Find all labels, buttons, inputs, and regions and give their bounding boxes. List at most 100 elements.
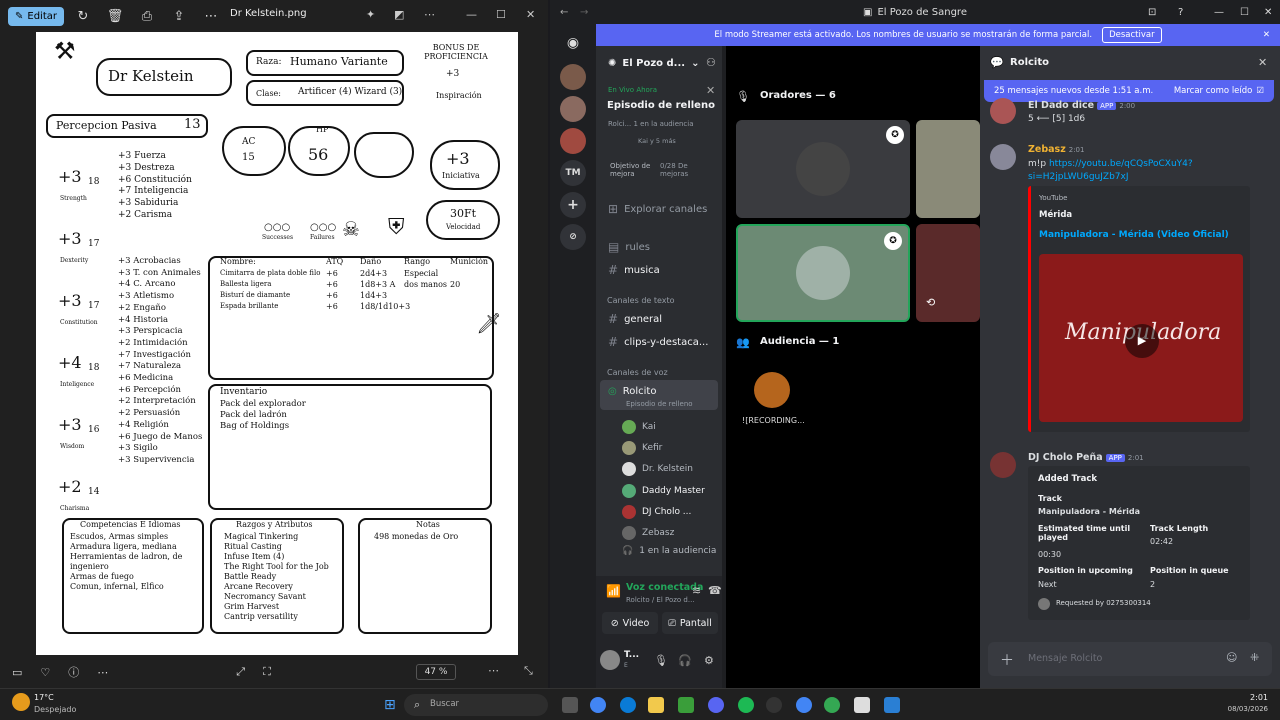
- weather-icon[interactable]: [12, 693, 30, 711]
- obs-icon[interactable]: [766, 697, 782, 713]
- chrome-profile-icon[interactable]: [796, 697, 812, 713]
- banner-close-icon[interactable]: ✕: [1263, 30, 1270, 40]
- voice-connected-sub[interactable]: Rolcito / El Pozo d...: [626, 596, 695, 604]
- photos-taskbar-icon[interactable]: [884, 697, 900, 713]
- discord-home-icon[interactable]: ◉: [560, 30, 586, 56]
- edge-icon[interactable]: [620, 697, 636, 713]
- bottom-more-icon[interactable]: ⋯: [97, 666, 108, 679]
- designer-icon[interactable]: ◩: [394, 8, 404, 21]
- zoom-more-icon[interactable]: ⋯: [488, 664, 499, 677]
- msg-avatar-zebasz[interactable]: [990, 144, 1016, 170]
- fullscreen-icon[interactable]: ⤡: [524, 664, 533, 678]
- new-messages-bar[interactable]: 25 mensajes nuevos desde 1:51 a.m. Marca…: [984, 80, 1274, 102]
- msg-avatar-dado[interactable]: [990, 98, 1016, 124]
- clock-time[interactable]: 2:01: [1240, 693, 1268, 702]
- clock-date[interactable]: 08/03/2026: [1220, 705, 1268, 713]
- text-category[interactable]: Canales de texto: [607, 296, 675, 305]
- play-icon[interactable]: ▶: [1125, 324, 1159, 358]
- spotify-icon[interactable]: [738, 697, 754, 713]
- close-icon[interactable]: ✕: [526, 8, 535, 21]
- explore-channels[interactable]: ⊞ Explorar canales: [596, 200, 722, 218]
- video-button[interactable]: ⊘ Video: [602, 612, 658, 634]
- weather-temp[interactable]: 17°C: [34, 693, 54, 702]
- channel-general[interactable]: # general: [596, 310, 722, 328]
- forward-icon[interactable]: →: [580, 7, 588, 18]
- settings-gear-icon[interactable]: ⚙: [704, 654, 714, 667]
- actual-size-icon[interactable]: ⛶: [263, 665, 271, 679]
- speaker-tile-3[interactable]: ✪: [736, 224, 910, 322]
- msg-username[interactable]: DJ Cholo Peña: [1028, 452, 1103, 463]
- event-close-icon[interactable]: ✕: [706, 84, 715, 97]
- filmstrip-icon[interactable]: ▭: [12, 666, 22, 679]
- voice-member[interactable]: Zebasz: [622, 524, 720, 542]
- info-icon[interactable]: ⓘ: [68, 664, 79, 680]
- invite-icon[interactable]: ⚇: [706, 56, 716, 69]
- print-icon[interactable]: ⎙: [134, 4, 160, 28]
- zoom-level[interactable]: 47 %: [416, 664, 456, 680]
- d-minimize-icon[interactable]: —: [1214, 7, 1224, 18]
- user-name[interactable]: T...: [624, 650, 639, 660]
- server-tm[interactable]: TM: [560, 160, 586, 186]
- explorer-icon[interactable]: [648, 697, 664, 713]
- notepad-icon[interactable]: [854, 697, 870, 713]
- video-thumbnail[interactable]: Manipuladora ▶: [1039, 254, 1243, 422]
- rotate-icon[interactable]: ↻: [70, 4, 96, 28]
- mic-icon[interactable]: 🎙: [654, 654, 668, 667]
- channel-clips[interactable]: # clips-y-destaca...: [596, 333, 722, 351]
- task-view-icon[interactable]: [562, 697, 578, 713]
- add-server-icon[interactable]: +: [560, 192, 586, 218]
- msg-avatar-dj[interactable]: [990, 452, 1016, 478]
- emoji-icon[interactable]: ☺: [1226, 651, 1237, 664]
- disable-streamer-button[interactable]: Desactivar: [1102, 27, 1162, 43]
- add-attachment-icon[interactable]: ＋: [1000, 650, 1014, 670]
- voice-member[interactable]: DJ Cholo ...: [622, 503, 720, 521]
- start-icon[interactable]: ⊞: [384, 697, 396, 713]
- help-icon[interactable]: ?: [1178, 7, 1183, 18]
- audience-count-row[interactable]: 🎧 1 en la audiencia: [622, 542, 720, 560]
- back-icon[interactable]: ←: [560, 7, 568, 18]
- message-input-box[interactable]: ＋ Mensaje Rolcito ☺ ⁜: [988, 642, 1272, 676]
- apps-icon[interactable]: ⁜: [1250, 651, 1259, 664]
- msg-username[interactable]: El Dado dice: [1028, 100, 1094, 111]
- embed-author[interactable]: Mérida: [1039, 210, 1072, 220]
- fit-icon[interactable]: ⤢: [236, 665, 245, 679]
- voice-member[interactable]: Kai: [622, 418, 720, 436]
- speaker-tile-2[interactable]: [916, 120, 980, 218]
- more-icon[interactable]: ⋯: [198, 4, 224, 28]
- inbox-icon[interactable]: ⊡: [1148, 7, 1156, 18]
- photos-more-icon[interactable]: ⋯: [424, 8, 435, 21]
- channel-rules[interactable]: ▤ rules: [596, 238, 722, 256]
- minimize-icon[interactable]: —: [466, 8, 477, 21]
- server-header[interactable]: ✺ El Pozo d... ⌄: [596, 54, 722, 72]
- server-avatar-3[interactable]: [560, 128, 586, 154]
- chrome-icon[interactable]: [590, 697, 606, 713]
- d-close-icon[interactable]: ✕: [1264, 7, 1272, 18]
- event-title[interactable]: Episodio de relleno: [607, 100, 715, 111]
- message-input[interactable]: Mensaje Rolcito: [1028, 653, 1102, 664]
- maximize-icon[interactable]: ☐: [496, 8, 506, 21]
- voice-member[interactable]: Kefir: [622, 439, 720, 457]
- chrome-profile-2-icon[interactable]: [824, 697, 840, 713]
- app-icon[interactable]: [678, 697, 694, 713]
- audience-avatar[interactable]: [754, 372, 790, 408]
- speaker-tile-1[interactable]: ✪: [736, 120, 910, 218]
- audience-member[interactable]: ![RECORDING...: [742, 416, 805, 425]
- chat-close-icon[interactable]: ✕: [1258, 56, 1267, 69]
- goal-label[interactable]: Objetivo de mejora: [610, 162, 654, 178]
- youtube-link[interactable]: https://youtu.be/qCQsPoCXuY4?si=H2jpLWU6…: [1028, 159, 1193, 182]
- embed-title[interactable]: Manipuladora - Mérida (Video Oficial): [1039, 230, 1229, 240]
- noise-icon[interactable]: ≋: [692, 584, 701, 597]
- edit-button[interactable]: ✎ Editar: [8, 6, 64, 26]
- share-icon[interactable]: ⇪: [166, 4, 192, 28]
- favorite-icon[interactable]: ♡: [40, 666, 50, 679]
- discord-taskbar-icon[interactable]: [708, 697, 724, 713]
- copilot-icon[interactable]: ✦: [366, 8, 375, 21]
- user-avatar[interactable]: [600, 650, 620, 670]
- server-avatar-2[interactable]: [560, 96, 586, 122]
- msg-username[interactable]: Zebasz: [1028, 144, 1066, 155]
- screen-share-button[interactable]: ⎚ Pantall: [662, 612, 718, 634]
- deafen-icon[interactable]: 🎧: [678, 654, 692, 667]
- server-avatar-1[interactable]: [560, 64, 586, 90]
- channel-musica[interactable]: # musica: [596, 261, 722, 279]
- mark-read-button[interactable]: Marcar como leído: [1174, 86, 1253, 96]
